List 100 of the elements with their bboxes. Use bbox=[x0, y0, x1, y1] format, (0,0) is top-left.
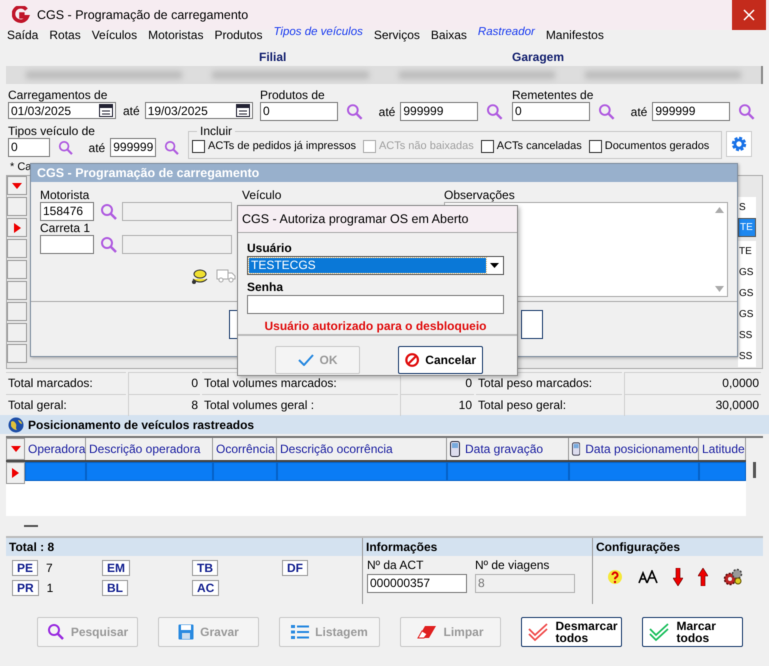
column-header[interactable]: Operadora bbox=[25, 438, 86, 460]
status-tag[interactable]: BL bbox=[102, 580, 128, 596]
field-label: Senha bbox=[247, 280, 284, 294]
dialog-button[interactable] bbox=[521, 310, 543, 339]
status-count: 7 bbox=[46, 561, 53, 575]
sort-icon bbox=[10, 446, 20, 452]
column-header[interactable]: Data posicionamento bbox=[569, 438, 699, 460]
field-label: Produtos de bbox=[260, 88, 326, 102]
help-icon[interactable] bbox=[607, 569, 623, 585]
uncheck-button[interactable]: Desmarcar todos bbox=[521, 617, 622, 647]
phone-icon bbox=[450, 441, 460, 457]
search-icon[interactable] bbox=[100, 202, 118, 220]
scroll-down-icon[interactable] bbox=[715, 286, 724, 292]
date-field[interactable]: 01/03/2025 bbox=[8, 102, 116, 119]
row-header[interactable] bbox=[7, 302, 27, 321]
menu-item[interactable]: Serviços bbox=[368, 28, 426, 42]
check-button[interactable]: Marcar todos bbox=[642, 617, 743, 647]
search-icon[interactable] bbox=[58, 138, 74, 156]
table-cell: TE bbox=[738, 218, 756, 237]
input-field[interactable]: 999999 bbox=[652, 102, 730, 121]
status-tag[interactable]: EM bbox=[102, 560, 130, 576]
status-tag[interactable]: TB bbox=[192, 560, 218, 576]
row-header[interactable] bbox=[7, 260, 27, 279]
column-header[interactable]: Ocorrência bbox=[213, 438, 277, 460]
menu-item[interactable]: Motoristas bbox=[143, 28, 210, 42]
date-field[interactable]: 19/03/2025 bbox=[144, 102, 253, 119]
table-cell: S bbox=[738, 197, 756, 218]
password-field[interactable] bbox=[247, 295, 504, 314]
current-row-icon bbox=[14, 222, 20, 232]
font-size-icon[interactable] bbox=[638, 570, 658, 584]
truck-icon[interactable] bbox=[216, 267, 236, 283]
menu-item[interactable]: Saída bbox=[2, 28, 44, 42]
column-label: Garagem bbox=[512, 50, 564, 64]
close-button[interactable] bbox=[732, 0, 766, 30]
range-separator: até bbox=[88, 140, 106, 154]
search-icon[interactable] bbox=[738, 102, 756, 120]
group-label: Incluir bbox=[197, 125, 236, 137]
input-field[interactable]: 000000357 bbox=[367, 574, 467, 593]
row-header[interactable] bbox=[7, 218, 27, 237]
row-header[interactable] bbox=[6, 462, 25, 484]
sort-icon bbox=[12, 182, 22, 188]
input-field[interactable]: 0 bbox=[512, 102, 590, 121]
field-label: Observações bbox=[444, 188, 516, 202]
field-label: Remetentes de bbox=[512, 88, 594, 102]
eraser-icon bbox=[417, 625, 438, 639]
row-header[interactable] bbox=[7, 323, 27, 342]
column-header[interactable]: Data gravação bbox=[447, 438, 569, 460]
status-tag[interactable]: AC bbox=[192, 580, 220, 596]
row-header[interactable] bbox=[7, 239, 27, 258]
field-label: Carreta 1 bbox=[40, 221, 92, 235]
menu-item[interactable]: Baixas bbox=[426, 28, 473, 42]
menu-item[interactable]: Tipos de veículos bbox=[268, 26, 369, 38]
search-icon[interactable] bbox=[598, 102, 616, 120]
search-icon[interactable] bbox=[346, 102, 364, 120]
column-header[interactable]: Descrição ocorrência bbox=[277, 438, 447, 460]
input-field[interactable]: 0 bbox=[260, 102, 338, 121]
input-field[interactable]: 0 bbox=[8, 138, 50, 157]
gears-icon[interactable] bbox=[723, 568, 743, 586]
sort-header[interactable] bbox=[7, 176, 27, 195]
status-tag[interactable]: DF bbox=[282, 560, 308, 576]
row-header[interactable] bbox=[7, 281, 27, 300]
double-check-icon bbox=[528, 623, 550, 641]
scroll-up-icon[interactable] bbox=[715, 207, 724, 213]
input-field[interactable] bbox=[40, 235, 94, 254]
menu-item[interactable]: Rastreador bbox=[472, 26, 541, 38]
checkbox[interactable]: Documentos gerados bbox=[588, 140, 710, 152]
search-icon[interactable] bbox=[100, 236, 118, 254]
dialog-title: CGS - Autoriza programar OS em Aberto bbox=[238, 206, 517, 233]
calendar-icon[interactable] bbox=[236, 104, 250, 117]
cancel-button[interactable]: Cancelar bbox=[398, 346, 483, 374]
search-icon[interactable] bbox=[164, 138, 180, 156]
range-separator: até bbox=[378, 104, 396, 118]
field-label: Usuário bbox=[247, 241, 293, 255]
column-header[interactable]: Latitude bbox=[699, 438, 746, 460]
column-header[interactable]: Descrição operadora bbox=[86, 438, 213, 460]
menu-item[interactable]: Veículos bbox=[86, 28, 144, 42]
total-value: 0,0000 bbox=[624, 372, 761, 394]
calendar-icon[interactable] bbox=[99, 104, 113, 117]
row-header[interactable] bbox=[7, 344, 27, 363]
menu-item[interactable]: Manifestos bbox=[540, 28, 610, 42]
arrow-up-icon[interactable] bbox=[698, 568, 708, 586]
close-icon bbox=[743, 9, 755, 21]
menu-item[interactable]: Produtos bbox=[209, 28, 268, 42]
search-icon[interactable] bbox=[486, 102, 504, 120]
row-header[interactable] bbox=[7, 197, 27, 216]
input-field[interactable]: 999999 bbox=[110, 138, 156, 157]
checkbox[interactable]: ACTs canceladas bbox=[480, 140, 582, 152]
sort-header[interactable] bbox=[6, 438, 25, 460]
status-tag[interactable]: PR bbox=[12, 580, 39, 596]
menu-item[interactable]: Rotas bbox=[44, 28, 87, 42]
input-field[interactable]: 999999 bbox=[400, 102, 478, 121]
user-dropdown[interactable]: TESTECGS bbox=[247, 256, 504, 275]
checkbox[interactable]: ACTs de pedidos já impressos bbox=[192, 140, 356, 152]
input-field: 8 bbox=[475, 574, 575, 593]
arrow-down-icon[interactable] bbox=[673, 568, 683, 586]
total-label: Total marcados: bbox=[6, 372, 126, 394]
input-field[interactable]: 158476 bbox=[40, 202, 94, 221]
status-tag[interactable]: PE bbox=[12, 560, 38, 576]
settings-button[interactable] bbox=[726, 131, 752, 157]
status-count: 1 bbox=[46, 581, 54, 595]
